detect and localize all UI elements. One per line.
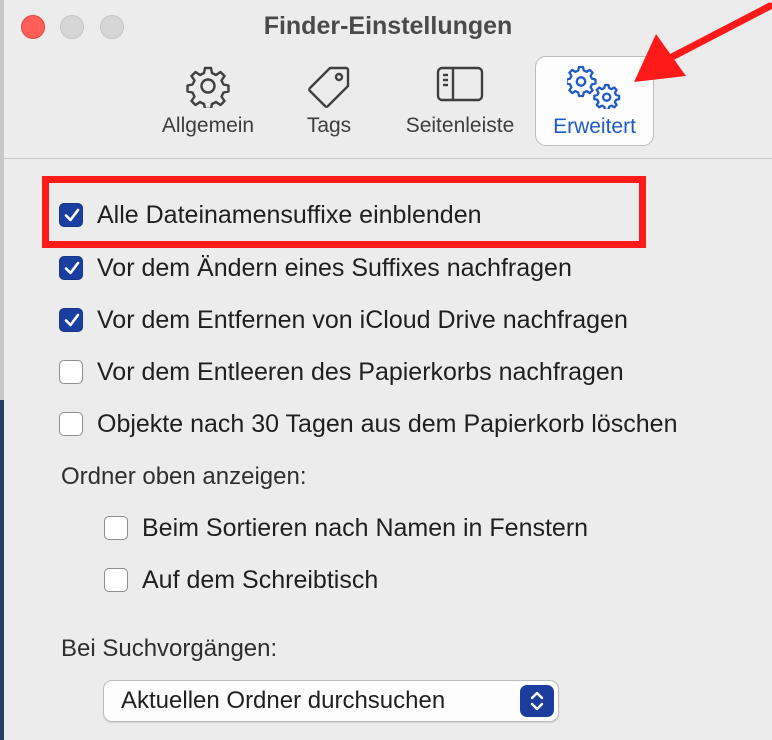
finder-settings-window: Finder-Einstellungen Allgemein Tags Seit…	[4, 0, 772, 740]
checkbox-unchecked[interactable]	[59, 412, 83, 436]
option-label: Beim Sortieren nach Namen in Fenstern	[142, 513, 589, 542]
tab-label: Seitenleiste	[405, 114, 515, 137]
tab-sidebar[interactable]: Seitenleiste	[392, 56, 528, 146]
window-toolbar: Finder-Einstellungen Allgemein Tags Seit…	[4, 0, 772, 159]
folders-on-top-heading: Ordner oben anzeigen:	[61, 463, 307, 490]
checkbox-checked[interactable]	[59, 308, 83, 332]
option-label: Vor dem Entleeren des Papierkorbs nachfr…	[97, 357, 624, 386]
gear-icon	[186, 64, 230, 113]
checkbox-unchecked[interactable]	[59, 360, 83, 384]
option-folders-top-desktop[interactable]: Auf dem Schreibtisch	[104, 565, 378, 595]
tag-icon	[306, 64, 352, 115]
option-show-extensions[interactable]: Alle Dateinamensuffixe einblenden	[59, 200, 482, 230]
tab-label: Erweitert	[553, 115, 636, 138]
checkbox-unchecked[interactable]	[104, 516, 128, 540]
search-scope-value: Aktuellen Ordner durchsuchen	[121, 687, 446, 714]
option-remove-trash-30-days[interactable]: Objekte nach 30 Tagen aus dem Papierkorb…	[59, 409, 677, 439]
option-label: Vor dem Entfernen von iCloud Drive nachf…	[97, 305, 628, 334]
search-heading: Bei Suchvorgängen:	[61, 635, 278, 662]
chevron-up-down-icon[interactable]	[520, 685, 554, 717]
option-warn-icloud-remove[interactable]: Vor dem Entfernen von iCloud Drive nachf…	[59, 305, 628, 335]
option-warn-empty-trash[interactable]: Vor dem Entleeren des Papierkorbs nachfr…	[59, 357, 624, 387]
option-folders-top-windows[interactable]: Beim Sortieren nach Namen in Fenstern	[104, 513, 588, 543]
checkbox-checked[interactable]	[59, 256, 83, 280]
option-label: Auf dem Schreibtisch	[142, 565, 379, 594]
option-label: Vor dem Ändern eines Suffixes nachfragen	[97, 253, 572, 282]
checkbox-checked[interactable]	[59, 203, 83, 227]
tab-general[interactable]: Allgemein	[154, 56, 262, 146]
tab-tags[interactable]: Tags	[291, 56, 367, 146]
search-scope-select[interactable]: Aktuellen Ordner durchsuchen	[103, 680, 559, 722]
option-warn-extension-change[interactable]: Vor dem Ändern eines Suffixes nachfragen	[59, 253, 572, 283]
sidebar-icon	[436, 64, 484, 109]
checkbox-unchecked[interactable]	[104, 568, 128, 592]
option-label: Objekte nach 30 Tagen aus dem Papierkorb…	[97, 409, 678, 438]
annotation-arrow-icon	[634, 2, 772, 82]
option-label: Alle Dateinamensuffixe einblenden	[97, 200, 482, 229]
tab-label: Allgemein	[161, 114, 255, 137]
tab-label: Tags	[306, 114, 352, 137]
